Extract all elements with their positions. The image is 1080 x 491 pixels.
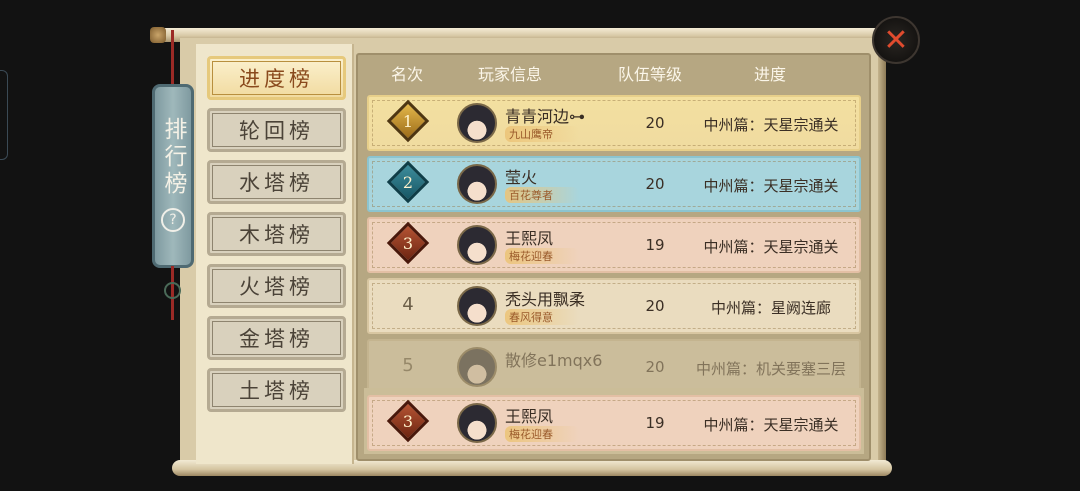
- scroll-rod-cap: [150, 27, 166, 43]
- player-name: 莹火: [505, 168, 538, 187]
- header-rank: 名次: [390, 65, 424, 84]
- my-rank-row[interactable]: 3 王熙凤 梅花迎春 19 中州篇：天星宗通关: [367, 395, 861, 451]
- tab-water-tower-ranking[interactable]: 水塔榜: [207, 160, 346, 204]
- player-title-badge: 梅花迎春: [505, 248, 579, 264]
- tab-progress-ranking[interactable]: 进度榜: [207, 56, 346, 100]
- player-title-badge: 梅花迎春: [505, 426, 579, 442]
- tab-wood-tower-ranking[interactable]: 木塔榜: [207, 212, 346, 256]
- player-title-badge: 春风得意: [505, 309, 579, 325]
- help-icon[interactable]: ?: [161, 208, 185, 232]
- rank-number: 4: [402, 294, 414, 315]
- player-name: 青青河边⊶: [505, 107, 586, 126]
- table-row[interactable]: 4 秃头用飘柔 春风得意 20 中州篇：星阙连廊: [367, 278, 861, 334]
- avatar: [457, 103, 497, 143]
- player-name: 散修e1mqx6: [505, 351, 603, 370]
- avatar: [457, 403, 497, 443]
- tab-samsara-ranking[interactable]: 轮回榜: [207, 108, 346, 152]
- left-edge-tab[interactable]: [0, 70, 8, 160]
- ranking-ribbon: 排行榜 ?: [152, 84, 194, 268]
- team-level: 19: [645, 414, 665, 432]
- ribbon-string: [171, 30, 174, 88]
- player-name: 王熙凤: [505, 229, 554, 248]
- progress-text: 中州篇：天星宗通关: [703, 177, 839, 195]
- progress-text: 中州篇：星阙连廊: [710, 299, 831, 317]
- team-level: 19: [645, 236, 665, 254]
- team-level: 20: [645, 297, 665, 315]
- table-row[interactable]: 5 散修e1mqx6 20 中州篇：机关要塞三层: [367, 339, 861, 395]
- player-name: 王熙凤: [505, 407, 554, 426]
- avatar: [457, 225, 497, 265]
- progress-text: 中州篇：机关要塞三层: [695, 360, 846, 378]
- player-name: 秃头用飘柔: [505, 290, 586, 309]
- progress-text: 中州篇：天星宗通关: [703, 416, 839, 434]
- jade-knot-icon: [164, 282, 181, 299]
- avatar: [457, 347, 497, 387]
- player-title-badge: 九山鹰帝: [505, 126, 579, 142]
- tab-fire-tower-ranking[interactable]: 火塔榜: [207, 264, 346, 308]
- header-progress: 进度: [753, 65, 787, 84]
- table-row[interactable]: 2 莹火 百花尊者 20 中州篇：天星宗通关: [367, 156, 861, 212]
- player-title-badge: 百花尊者: [505, 187, 579, 203]
- team-level: 20: [645, 175, 665, 193]
- tab-earth-tower-ranking[interactable]: 土塔榜: [207, 368, 346, 412]
- progress-text: 中州篇：天星宗通关: [703, 238, 839, 256]
- avatar: [457, 286, 497, 326]
- header-team-level: 队伍等级: [617, 65, 683, 84]
- rank-number: 5: [402, 355, 414, 376]
- avatar: [457, 164, 497, 204]
- header-player-info: 玩家信息: [477, 65, 543, 84]
- team-level: 20: [645, 114, 665, 132]
- progress-text: 中州篇：天星宗通关: [703, 116, 839, 134]
- close-button[interactable]: ✕: [872, 16, 920, 64]
- table-row[interactable]: 3 王熙凤 梅花迎春 19 中州篇：天星宗通关: [367, 217, 861, 273]
- table-row[interactable]: 1 青青河边⊶ 九山鹰帝 20 中州篇：天星宗通关: [367, 95, 861, 151]
- scroll-paper-edge: [878, 40, 886, 464]
- team-level: 20: [645, 358, 665, 376]
- close-icon: ✕: [883, 22, 909, 58]
- tab-metal-tower-ranking[interactable]: 金塔榜: [207, 316, 346, 360]
- ranking-title: 排行榜: [160, 117, 186, 198]
